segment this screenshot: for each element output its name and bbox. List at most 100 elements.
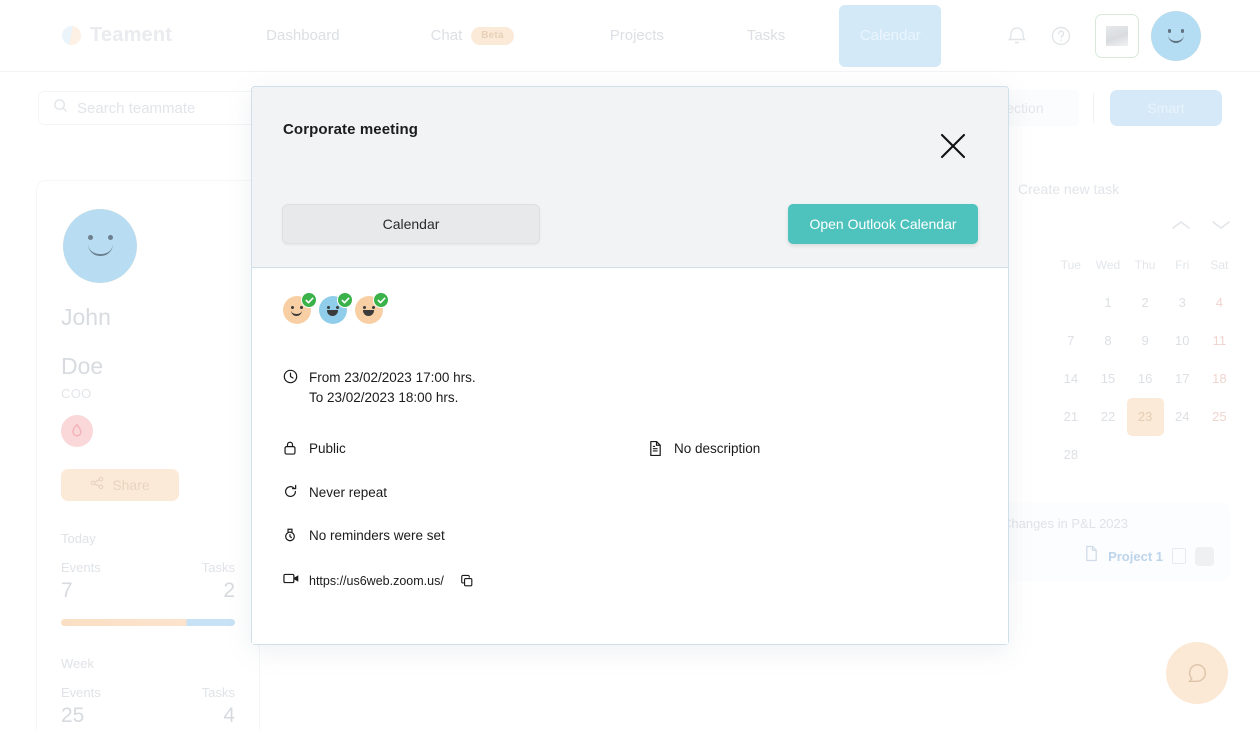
- calendar-day[interactable]: 22: [1089, 398, 1126, 436]
- calendar-day[interactable]: 10: [1164, 322, 1201, 360]
- calendar-day[interactable]: 4: [1201, 284, 1238, 322]
- logo-mark-icon: [62, 26, 81, 45]
- stats-week-events-value: 25: [61, 703, 85, 727]
- lock-icon: [283, 439, 309, 461]
- calendar-dow: Fri: [1175, 258, 1190, 272]
- beta-badge: Beta: [471, 26, 514, 45]
- share-icon: [90, 476, 104, 493]
- stats-week-tasks-value: 4: [223, 703, 235, 727]
- modal-header: Corporate meeting Calendar Open Outlook …: [252, 87, 1008, 268]
- attendee-avatar[interactable]: [319, 292, 353, 324]
- share-button[interactable]: Share: [61, 468, 179, 501]
- profile-last-name: Doe: [61, 352, 104, 379]
- profile-avatar[interactable]: [63, 209, 137, 283]
- modal-action-row: Calendar Open Outlook Calendar: [282, 204, 978, 244]
- meeting-link[interactable]: https://us6web.zoom.us/: [309, 574, 444, 588]
- clock-icon: [283, 368, 309, 389]
- note-color-swatch: [1195, 546, 1214, 566]
- calendar-day[interactable]: 21: [1052, 398, 1089, 436]
- copy-icon[interactable]: [460, 574, 474, 588]
- calendar-dow: Thu: [1134, 258, 1156, 272]
- streak-badge-icon[interactable]: [61, 414, 93, 447]
- nav-item-calendar[interactable]: Calendar: [839, 4, 942, 67]
- profile-avatar-eye-left: [88, 235, 93, 240]
- calendar-day[interactable]: 24: [1164, 398, 1201, 436]
- project-link[interactable]: Project 1: [1108, 549, 1163, 564]
- nav-icon-group: [995, 10, 1202, 61]
- event-time-to: To 23/02/2023 18:00 hrs.: [309, 390, 459, 406]
- calendar-day[interactable]: 1: [1089, 284, 1126, 322]
- stats-today-events-value: 7: [61, 578, 73, 602]
- calendar-day[interactable]: 11: [1201, 322, 1238, 360]
- search-icon: [53, 98, 68, 118]
- chevron-up-icon[interactable]: [1170, 218, 1192, 237]
- event-meta-columns: Public Never repeat No reminders were se…: [283, 439, 977, 613]
- calendar-day[interactable]: 28: [1052, 436, 1089, 474]
- share-label: Share: [112, 476, 150, 493]
- nav-item-chat[interactable]: Chat Beta: [421, 26, 524, 45]
- calendar-button[interactable]: Calendar: [282, 204, 540, 244]
- profile-card: John Doe COO Share Today Events 7 Tasks …: [36, 180, 260, 730]
- calendar-dow: Tue: [1060, 258, 1081, 272]
- app-card-thumbnail: [1106, 25, 1129, 46]
- stats-today-heading: Today: [61, 530, 96, 546]
- avatar[interactable]: [1151, 10, 1202, 61]
- calendar-day[interactable]: 14: [1052, 360, 1089, 398]
- calendar-nav-arrows: [1170, 218, 1232, 237]
- chevron-down-icon[interactable]: [1210, 218, 1232, 237]
- stats-today-tasks-label: Tasks: [201, 559, 235, 575]
- open-outlook-calendar-button[interactable]: Open Outlook Calendar: [788, 204, 978, 244]
- calendar-day[interactable]: 3: [1164, 284, 1201, 322]
- calendar-day[interactable]: 9: [1127, 322, 1164, 360]
- top-navigation: Teament Dashboard Chat Beta Projects Tas…: [0, 0, 1260, 72]
- search-placeholder: Search teammate: [77, 99, 196, 117]
- note-card[interactable]: Changes in P&L 2023 Project 1: [986, 502, 1230, 581]
- nav-item-projects[interactable]: Projects: [600, 27, 674, 44]
- calendar-day[interactable]: 18: [1201, 360, 1238, 398]
- calendar-day-empty: [1127, 436, 1164, 474]
- repeat-icon: [283, 483, 309, 504]
- nav-item-tasks-label: Tasks: [746, 27, 786, 44]
- calendar-day[interactable]: 15: [1089, 360, 1126, 398]
- event-repeat-row: Never repeat: [283, 483, 648, 504]
- nav-item-chat-label: Chat: [430, 27, 463, 44]
- create-new-task-button[interactable]: + Create new task: [990, 180, 1238, 198]
- calendar-day[interactable]: 16: [1127, 360, 1164, 398]
- close-icon[interactable]: [936, 129, 970, 163]
- profile-role: COO: [61, 385, 92, 401]
- chat-bubble-icon[interactable]: [1166, 642, 1228, 704]
- note-checkbox-icon[interactable]: [1172, 548, 1186, 564]
- calendar-day: [1015, 360, 1052, 398]
- event-description-text: No description: [674, 440, 761, 456]
- nav-item-tasks[interactable]: Tasks: [737, 27, 795, 44]
- document-icon: [1084, 545, 1099, 567]
- calendar-day[interactable]: 2: [1127, 284, 1164, 322]
- note-meta-row: Project 1: [1002, 545, 1214, 567]
- profile-avatar-eye-right: [108, 235, 113, 240]
- profile-first-name: John: [61, 304, 111, 330]
- calendar-day[interactable]: 7: [1052, 322, 1089, 360]
- help-icon[interactable]: [1039, 14, 1083, 58]
- accepted-check-icon: [337, 292, 353, 308]
- attendee-avatar[interactable]: [355, 292, 389, 324]
- calendar-day-empty: [1201, 436, 1238, 474]
- nav-item-dashboard[interactable]: Dashboard: [256, 27, 349, 44]
- event-link-text: https://us6web.zoom.us/: [309, 571, 474, 591]
- attendee-avatar[interactable]: [283, 292, 317, 324]
- calendar-day[interactable]: 8: [1089, 322, 1126, 360]
- app-logo[interactable]: Teament: [62, 24, 172, 47]
- event-link-row: https://us6web.zoom.us/: [283, 571, 648, 591]
- calendar-dow: Wed: [1095, 258, 1121, 272]
- calendar-dow: Sat: [1210, 258, 1229, 272]
- smart-button[interactable]: Smart: [1110, 90, 1222, 126]
- calendar-day[interactable]: 23: [1126, 398, 1164, 436]
- event-visibility-row: Public: [283, 439, 648, 461]
- calendar-day: [1015, 436, 1052, 474]
- calendar-day[interactable]: 17: [1164, 360, 1201, 398]
- calendar-day-empty: [1089, 436, 1126, 474]
- accepted-check-icon: [373, 292, 389, 308]
- app-card-icon[interactable]: [1095, 13, 1140, 58]
- stats-week: Week Events 25 Tasks 4: [61, 656, 235, 728]
- calendar-day[interactable]: 25: [1201, 398, 1238, 436]
- bell-icon[interactable]: [995, 14, 1039, 58]
